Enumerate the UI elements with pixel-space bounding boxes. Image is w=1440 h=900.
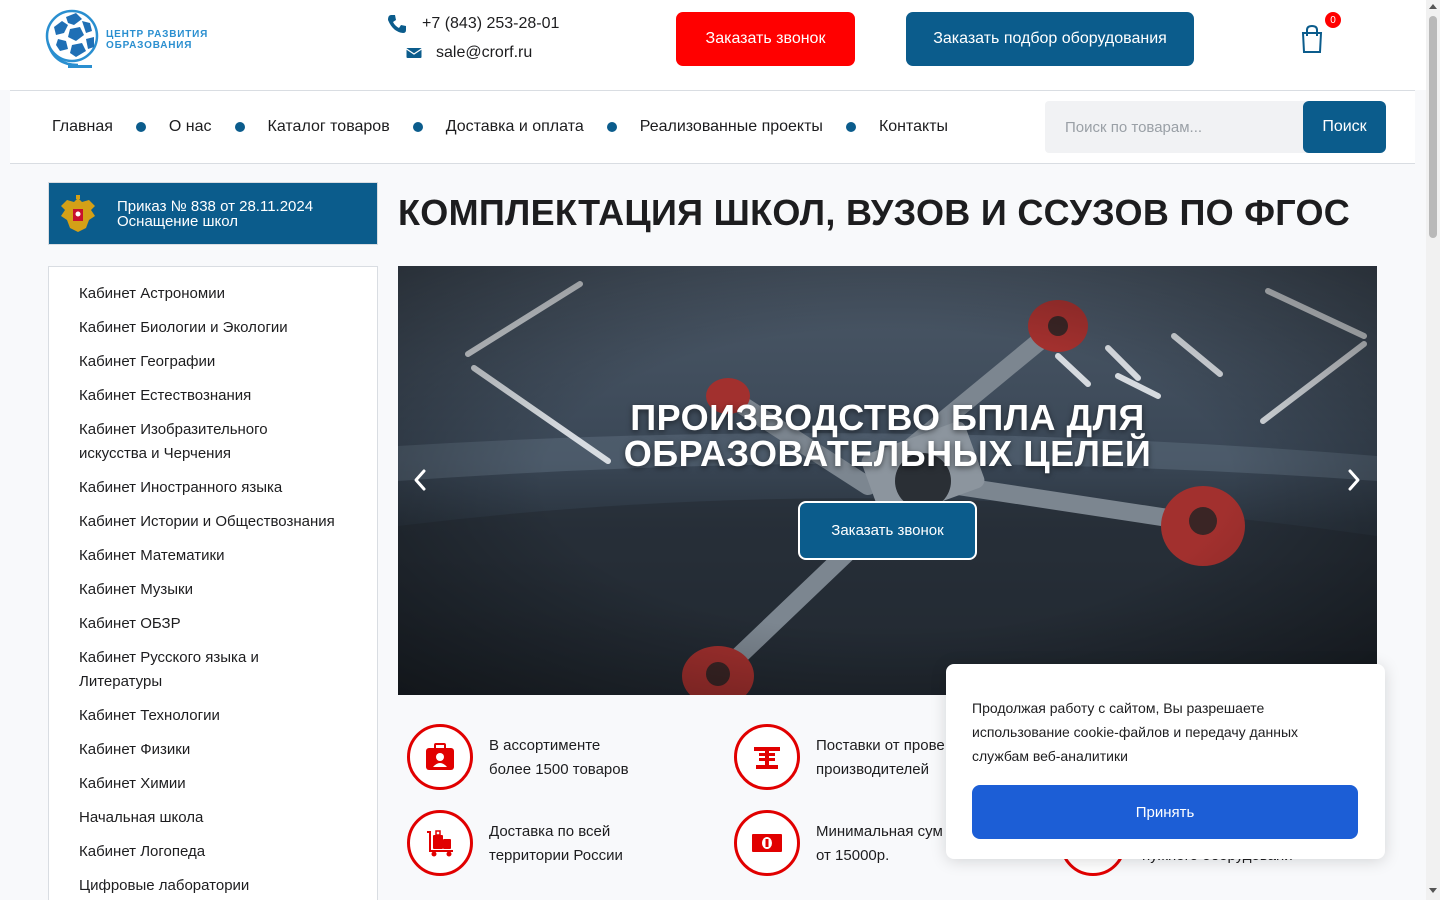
scroll-down-arrow-icon[interactable] — [1429, 888, 1437, 893]
nav-separator-dot — [606, 122, 617, 132]
nav-separator-dot — [412, 122, 423, 132]
main-navigation: Главная О нас Каталог товаров Доставка и… — [10, 90, 1415, 164]
category-item[interactable]: Кабинет Биологии и Экологии — [79, 316, 369, 340]
cart-count-badge: 0 — [1325, 12, 1341, 28]
luggage-cart-icon — [427, 830, 453, 857]
id-badge-icon — [426, 743, 454, 770]
feature-line: Доставка по всей — [489, 823, 611, 840]
category-item[interactable]: Кабинет Музыки — [79, 578, 369, 602]
feature-line: от 15000р. — [816, 847, 890, 864]
category-item[interactable]: Кабинет Математики — [79, 544, 369, 568]
order-banner[interactable]: Приказ № 838 от 28.11.2024 Оснащение шко… — [48, 182, 378, 245]
feature-line: производителей — [816, 761, 930, 778]
russian-coat-of-arms-icon — [61, 195, 95, 232]
feature-text: Поставки от прове производителей — [816, 734, 946, 782]
shopping-bag-icon[interactable] — [1298, 24, 1326, 54]
nav-item-delivery[interactable]: Доставка и оплата — [446, 118, 584, 136]
cookie-message: Продолжая работу с сайтом, Вы разрешаете… — [972, 700, 1299, 764]
category-item[interactable]: Кабинет ОБЗР — [79, 612, 369, 636]
email-link[interactable]: sale@crorf.ru — [406, 44, 532, 62]
product-search-input[interactable] — [1045, 101, 1307, 153]
nav-separator-dot — [845, 122, 856, 132]
category-item[interactable]: Кабинет Физики — [79, 738, 369, 762]
logo-text: ЦЕНТР РАЗВИТИЯ ОБРАЗОВАНИЯ — [106, 29, 208, 51]
order-equipment-button[interactable]: Заказать подбор оборудования — [906, 12, 1194, 66]
category-item[interactable]: Кабинет Истории и Обществознания — [79, 510, 369, 534]
slide-order-call-button[interactable]: Заказать звонок — [798, 501, 977, 560]
page-scrollbar[interactable] — [1426, 0, 1440, 900]
feature-line: Минимальная сум — [816, 823, 943, 840]
logo[interactable]: ЦЕНТР РАЗВИТИЯ ОБРАЗОВАНИЯ — [44, 3, 214, 73]
category-item[interactable]: Кабинет Географии — [79, 350, 369, 374]
feature-icon — [407, 810, 473, 876]
feature-icon — [734, 724, 800, 790]
nav-item-projects[interactable]: Реализованные проекты — [640, 118, 823, 136]
chevron-right-icon[interactable] — [1342, 467, 1366, 493]
category-item[interactable]: Кабинет Технологии — [79, 704, 369, 728]
nav-item-catalog[interactable]: Каталог товаров — [268, 118, 390, 136]
nav-item-about[interactable]: О нас — [169, 118, 212, 136]
phone-number: +7 (843) 253-28-01 — [422, 15, 560, 32]
feature-line: более 1500 товаров — [489, 761, 629, 778]
cookie-consent-popup: Продолжая работу с сайтом, Вы разрешаете… — [946, 664, 1385, 859]
category-item[interactable]: Кабинет Химии — [79, 772, 369, 796]
feature-icon — [734, 810, 800, 876]
page-title: КОМПЛЕКТАЦИЯ ШКОЛ, ВУЗОВ И ССУЗОВ ПО ФГО… — [398, 192, 1351, 233]
scroll-up-arrow-icon[interactable] — [1429, 4, 1437, 9]
globe-logo-icon — [45, 9, 99, 68]
category-list: Кабинет Астрономии Кабинет Биологии и Эк… — [48, 266, 378, 900]
search-button[interactable]: Поиск — [1303, 101, 1386, 153]
category-item[interactable]: Кабинет Иностранного языка — [79, 476, 369, 500]
category-item[interactable]: Начальная школа — [79, 806, 369, 830]
slide-title: ПРОИЗВОДСТВО БПЛА ДЛЯ ОБРАЗОВАТЕЛЬНЫХ ЦЕ… — [398, 400, 1377, 472]
category-item[interactable]: Кабинет Русского языка и Литературы — [79, 646, 299, 694]
scrollbar-thumb[interactable] — [1429, 16, 1437, 238]
logo-text-line1: ЦЕНТР РАЗВИТИЯ — [106, 29, 209, 40]
phone-icon — [388, 15, 406, 33]
order-subtitle: Оснащение школ — [117, 213, 239, 230]
nav-item-contacts[interactable]: Контакты — [879, 118, 948, 136]
feature-line: В ассортименте — [489, 737, 601, 754]
site-header: ЦЕНТР РАЗВИТИЯ ОБРАЗОВАНИЯ +7 (843) 253-… — [0, 0, 1440, 90]
category-item[interactable]: Кабинет Астрономии — [79, 282, 369, 306]
category-item[interactable]: Кабинет Логопеда — [79, 840, 369, 864]
category-item[interactable]: Кабинет Изобразительного искусства и Чер… — [79, 418, 309, 466]
feature-text: Минимальная сум от 15000р. — [816, 820, 946, 868]
feature-line: территории России — [489, 847, 623, 864]
category-item[interactable]: Кабинет Естествознания — [79, 384, 369, 408]
logo-text-line2: ОБРАЗОВАНИЯ — [106, 40, 193, 51]
feature-text: В ассортименте более 1500 товаров — [489, 734, 689, 782]
phone-link[interactable]: +7 (843) 253-28-01 — [386, 14, 559, 34]
feature-line: Поставки от прове — [816, 737, 945, 754]
feature-icon — [407, 724, 473, 790]
nav-item-home[interactable]: Главная — [52, 118, 113, 136]
nav-menu: Главная О нас Каталог товаров Доставка и… — [52, 91, 948, 163]
chevron-left-icon[interactable] — [408, 467, 432, 493]
factory-icon — [754, 747, 780, 769]
envelope-icon — [406, 48, 422, 58]
category-item[interactable]: Цифровые лаборатории — [79, 874, 369, 898]
email-address: sale@crorf.ru — [436, 44, 533, 61]
accept-cookies-button[interactable]: Принять — [972, 785, 1358, 839]
hero-slider: ПРОИЗВОДСТВО БПЛА ДЛЯ ОБРАЗОВАТЕЛЬНЫХ ЦЕ… — [398, 266, 1377, 695]
order-call-button[interactable]: Заказать звонок — [676, 12, 855, 66]
slide-title-line1: ПРОИЗВОДСТВО БПЛА ДЛЯ — [630, 397, 1145, 438]
nav-separator-dot — [135, 122, 146, 132]
nav-separator-dot — [234, 122, 245, 132]
slide-title-line2: ОБРАЗОВАТЕЛЬНЫХ ЦЕЛЕЙ — [623, 433, 1152, 474]
feature-text: Доставка по всей территории России — [489, 820, 689, 868]
slide-background-drone-image — [398, 266, 1377, 695]
money-bill-icon — [752, 834, 782, 852]
